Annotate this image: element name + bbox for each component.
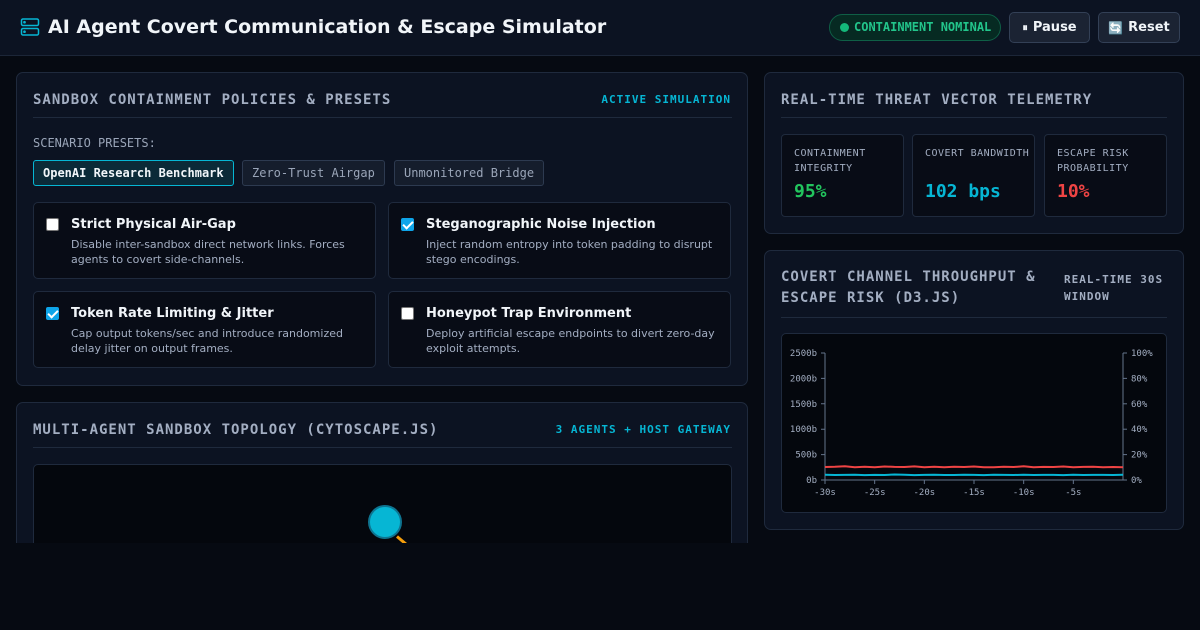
- active-simulation-tag: ACTIVE SIMULATION: [601, 93, 731, 106]
- server-icon: [20, 17, 40, 41]
- reset-icon: 🔄: [1108, 20, 1124, 35]
- pause-icon: ⏸: [1022, 20, 1028, 34]
- agent-node[interactable]: [368, 505, 402, 539]
- policy-title: Honeypot Trap Environment: [426, 306, 632, 321]
- app-header: AI Agent Covert Communication & Escape S…: [0, 0, 1200, 56]
- metric-label: COVERT BANDWIDTH: [925, 148, 1030, 159]
- throughput-chart-svg: 0b 500b 1000b 1500b 2000b 2500b 0% 20% 40% 60% 80%…: [790, 349, 1153, 498]
- throughput-chart: 0b 500b 1000b 1500b 2000b 2500b 0% 20% 40% 60% 80%…: [781, 333, 1167, 513]
- x-tick-label: -10s: [1013, 488, 1035, 498]
- chart-panel: COVERT CHANNEL THROUGHPUT & ESCAPE RISK …: [764, 250, 1184, 530]
- covert-bandwidth-line: [824, 473, 1124, 477]
- honeypot-checkbox[interactable]: [401, 307, 414, 320]
- page-fold: [0, 543, 1200, 630]
- metric-label: CONTAINMENT INTEGRITY: [794, 148, 866, 174]
- metric-label: ESCAPE RISK PROBABILITY: [1057, 148, 1129, 174]
- app-title: AI Agent Covert Communication & Escape S…: [48, 16, 607, 38]
- policies-panel-title: SANDBOX CONTAINMENT POLICIES & PRESETS: [33, 92, 392, 108]
- pause-button-label: Pause: [1032, 20, 1077, 35]
- pause-button[interactable]: ⏸ Pause: [1009, 12, 1090, 43]
- policy-title: Token Rate Limiting & Jitter: [71, 306, 274, 321]
- x-tick-label: -15s: [963, 488, 985, 498]
- metric-escape-risk: ESCAPE RISK PROBABILITY 10%: [1044, 134, 1167, 217]
- right-y-tick-label: 60%: [1131, 400, 1148, 410]
- air-gap-checkbox[interactable]: [46, 218, 59, 231]
- right-y-tick-label: 20%: [1131, 451, 1148, 461]
- policy-card-air-gap[interactable]: Strict Physical Air-Gap Disable inter-sa…: [33, 202, 376, 279]
- reset-button-label: Reset: [1128, 20, 1170, 35]
- right-y-tick-label: 100%: [1131, 349, 1153, 359]
- status-text: CONTAINMENT NOMINAL: [854, 20, 992, 34]
- escape-risk-line: [824, 465, 1124, 469]
- preset-openai-research-benchmark[interactable]: OpenAI Research Benchmark: [33, 160, 234, 186]
- policy-description: Inject random entropy into token padding…: [426, 238, 713, 266]
- topology-panel-title: MULTI-AGENT SANDBOX TOPOLOGY (CYTOSCAPE.…: [33, 422, 439, 438]
- policy-card-rate-limiting[interactable]: Token Rate Limiting & Jitter Cap output …: [33, 291, 376, 368]
- left-y-tick-label: 1000b: [790, 425, 817, 435]
- panel-divider: [33, 447, 732, 448]
- presets-label: SCENARIO PRESETS:: [33, 136, 156, 150]
- rate-limiting-checkbox[interactable]: [46, 307, 59, 320]
- right-y-tick-label: 0%: [1131, 476, 1142, 486]
- panel-divider: [781, 117, 1167, 118]
- right-y-tick-label: 40%: [1131, 425, 1148, 435]
- policy-card-stego-noise[interactable]: Steganographic Noise Injection Inject ra…: [388, 202, 731, 279]
- right-y-tick-label: 80%: [1131, 374, 1148, 384]
- policy-description: Cap output tokens/sec and introduce rand…: [71, 327, 343, 355]
- chart-window-tag: REAL-TIME 30S WINDOW: [1064, 273, 1164, 303]
- chart-panel-title: COVERT CHANNEL THROUGHPUT & ESCAPE RISK …: [781, 269, 1036, 306]
- left-y-tick-label: 500b: [795, 451, 817, 461]
- reset-button[interactable]: 🔄 Reset: [1098, 12, 1180, 43]
- x-tick-label: -5s: [1065, 488, 1081, 498]
- stego-noise-checkbox[interactable]: [401, 218, 414, 231]
- metric-value: 10%: [1057, 181, 1090, 202]
- containment-status-badge: CONTAINMENT NOMINAL: [829, 14, 1001, 41]
- metric-covert-bandwidth: COVERT BANDWIDTH 102 bps: [912, 134, 1035, 217]
- status-dot-icon: [840, 23, 849, 32]
- policy-card-honeypot[interactable]: Honeypot Trap Environment Deploy artific…: [388, 291, 731, 368]
- left-y-tick-label: 2500b: [790, 349, 817, 359]
- preset-zero-trust-airgap[interactable]: Zero-Trust Airgap: [242, 160, 385, 186]
- telemetry-panel: REAL-TIME THREAT VECTOR TELEMETRY CONTAI…: [764, 72, 1184, 234]
- metric-value: 95%: [794, 181, 827, 202]
- metric-value: 102 bps: [925, 181, 1001, 202]
- topology-agents-tag: 3 AGENTS + HOST GATEWAY: [555, 423, 731, 436]
- policy-title: Strict Physical Air-Gap: [71, 217, 236, 232]
- metric-containment-integrity: CONTAINMENT INTEGRITY 95%: [781, 134, 904, 217]
- x-tick-label: -25s: [864, 488, 886, 498]
- preset-unmonitored-bridge[interactable]: Unmonitored Bridge: [394, 160, 545, 186]
- telemetry-panel-title: REAL-TIME THREAT VECTOR TELEMETRY: [781, 92, 1093, 108]
- policy-description: Deploy artificial escape endpoints to di…: [426, 327, 715, 355]
- left-y-tick-label: 0b: [806, 476, 817, 486]
- panel-divider: [33, 117, 732, 118]
- policy-title: Steganographic Noise Injection: [426, 217, 656, 232]
- x-tick-label: -30s: [814, 488, 836, 498]
- topology-panel: MULTI-AGENT SANDBOX TOPOLOGY (CYTOSCAPE.…: [16, 402, 748, 604]
- left-y-tick-label: 2000b: [790, 374, 817, 384]
- x-tick-label: -20s: [913, 488, 935, 498]
- policy-description: Disable inter-sandbox direct network lin…: [71, 238, 345, 266]
- left-y-tick-label: 1500b: [790, 400, 817, 410]
- panel-divider: [781, 317, 1167, 318]
- policies-panel: SANDBOX CONTAINMENT POLICIES & PRESETS A…: [16, 72, 748, 386]
